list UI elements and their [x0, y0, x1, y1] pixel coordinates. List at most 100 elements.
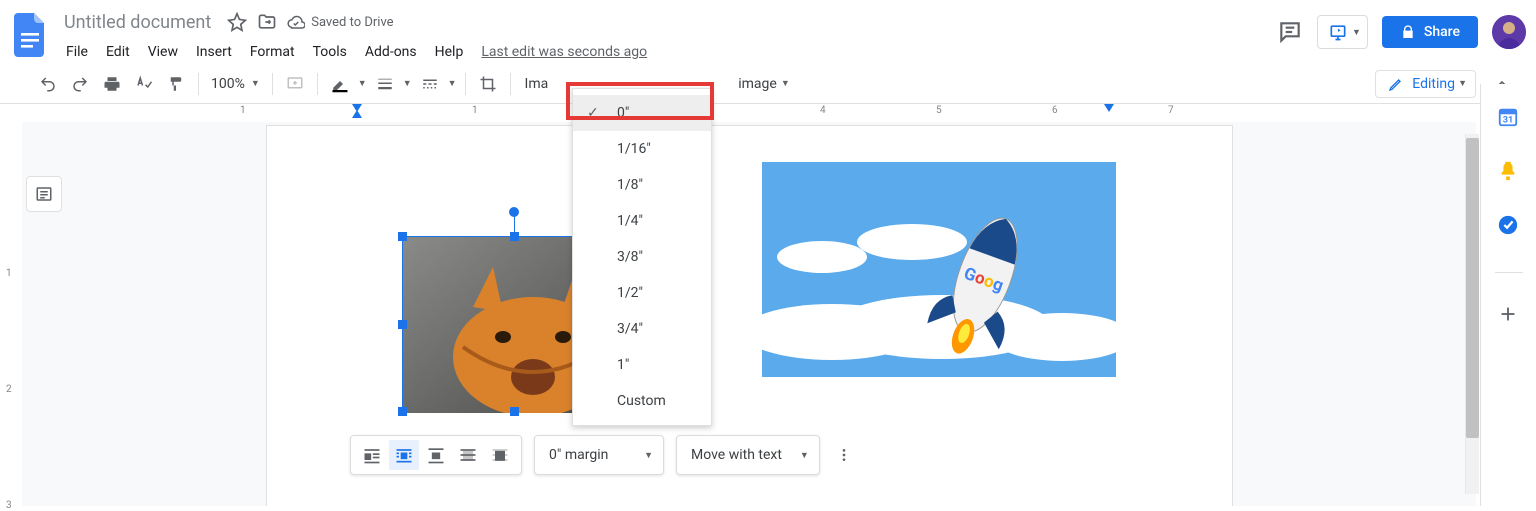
margin-option-3-4[interactable]: 3/4"	[573, 311, 711, 347]
chevron-down-icon: ▼	[1458, 78, 1467, 89]
resize-handle-bl[interactable]	[398, 407, 407, 416]
chevron-down-icon[interactable]: ▼	[403, 78, 412, 89]
keep-icon[interactable]	[1497, 160, 1521, 184]
ruler-tick: 6	[1052, 105, 1058, 116]
ruler-tick: 5	[936, 105, 942, 116]
menu-tools[interactable]: Tools	[305, 40, 355, 64]
menu-file[interactable]: File	[58, 40, 96, 64]
outline-toggle-button[interactable]	[26, 176, 62, 212]
scroll-thumb[interactable]	[1466, 138, 1479, 438]
pencil-icon	[1388, 76, 1404, 92]
image-options-bar: 0" margin ▼ Move with text ▼	[350, 435, 856, 475]
editing-mode-button[interactable]: Editing ▼	[1375, 70, 1476, 98]
wrap-front-button[interactable]	[485, 440, 515, 470]
rotate-handle[interactable]	[509, 207, 519, 217]
margin-option-1[interactable]: 1"	[573, 347, 711, 383]
ruler-tick: 7	[1168, 105, 1174, 116]
present-icon	[1328, 22, 1348, 42]
wrap-inline-button[interactable]	[357, 440, 387, 470]
menu-insert[interactable]: Insert	[188, 40, 240, 64]
menu-addons[interactable]: Add-ons	[357, 40, 425, 64]
star-icon[interactable]	[227, 12, 247, 32]
saved-text: Saved to Drive	[311, 15, 393, 30]
titlebar: Untitled document Saved to Drive File Ed…	[0, 0, 1536, 64]
editing-label: Editing	[1412, 76, 1455, 92]
cloud-icon	[287, 13, 305, 31]
margin-dropdown: ✓0" 1/16" 1/8" 1/4" 3/8" 1/2" 3/4" 1" Cu…	[572, 88, 712, 426]
margin-option-custom[interactable]: Custom	[573, 383, 711, 419]
share-button[interactable]: Share	[1382, 16, 1478, 48]
resize-handle-bm[interactable]	[510, 407, 519, 416]
margin-option-1-8[interactable]: 1/8"	[573, 167, 711, 203]
horizontal-ruler[interactable]: 1 1 2 3 4 5 6 7	[22, 104, 1536, 120]
border-color-button[interactable]	[326, 70, 354, 98]
move-label: Move with text	[691, 447, 782, 463]
titlebar-right: ▼ Share	[1277, 8, 1526, 56]
paint-format-button[interactable]	[162, 70, 190, 98]
chevron-down-icon[interactable]: ▼	[358, 78, 367, 89]
image-more-button[interactable]	[832, 435, 856, 475]
border-weight-button[interactable]	[371, 70, 399, 98]
google-docs-logo[interactable]	[10, 8, 50, 62]
spellcheck-button[interactable]	[130, 70, 158, 98]
wrap-group	[350, 435, 522, 475]
print-button[interactable]	[98, 70, 126, 98]
vertical-scrollbar[interactable]	[1465, 134, 1479, 494]
wrap-text-button[interactable]	[389, 440, 419, 470]
ruler-tick: 1	[240, 105, 246, 116]
menu-format[interactable]: Format	[242, 40, 303, 64]
zoom-value: 100%	[211, 76, 245, 92]
menu-edit[interactable]: Edit	[98, 40, 138, 64]
resize-handle-tl[interactable]	[398, 232, 407, 241]
ruler-tick: 4	[820, 105, 826, 116]
tasks-icon[interactable]	[1497, 214, 1521, 238]
rotate-line	[514, 215, 515, 233]
chevron-down-icon: ▼	[644, 450, 653, 461]
move-folder-icon[interactable]	[257, 12, 277, 32]
v-ruler-tick: 1	[6, 268, 12, 279]
image-margin-select[interactable]: 0" margin ▼	[534, 435, 664, 475]
undo-button[interactable]	[34, 70, 62, 98]
document-title[interactable]: Untitled document	[58, 10, 217, 35]
margin-option-1-2[interactable]: 1/2"	[573, 275, 711, 311]
ruler-tick: 1	[472, 105, 478, 116]
chevron-down-icon: ▼	[781, 78, 790, 89]
zoom-select[interactable]: 100% ▼	[207, 76, 264, 92]
toolbar: 100% ▼ ▼ ▼ ▼ Ima image ▼ Editing ▼	[0, 64, 1536, 104]
calendar-icon[interactable]: 31	[1497, 106, 1521, 130]
chevron-down-icon[interactable]: ▼	[448, 78, 457, 89]
margin-option-0[interactable]: ✓0"	[573, 95, 711, 131]
margin-option-1-16[interactable]: 1/16"	[573, 131, 711, 167]
menu-help[interactable]: Help	[427, 40, 472, 64]
comments-icon[interactable]	[1277, 19, 1303, 45]
wrap-behind-button[interactable]	[453, 440, 483, 470]
last-edit-link[interactable]: Last edit was seconds ago	[473, 40, 655, 64]
lock-icon	[1400, 24, 1416, 40]
crop-button[interactable]	[474, 70, 502, 98]
resize-handle-tm[interactable]	[510, 232, 519, 241]
image-options-button[interactable]: Ima	[519, 76, 555, 92]
image-move-select[interactable]: Move with text ▼	[676, 435, 820, 475]
wrap-break-button[interactable]	[421, 440, 451, 470]
vertical-ruler[interactable]: 1 2 3	[0, 122, 22, 506]
chevron-down-icon: ▼	[251, 78, 260, 89]
add-addon-icon[interactable]	[1497, 303, 1521, 327]
title-column: Untitled document Saved to Drive File Ed…	[58, 8, 655, 64]
rocket-image[interactable]: Goog	[762, 162, 1116, 377]
resize-handle-ml[interactable]	[398, 320, 407, 329]
user-avatar[interactable]	[1492, 15, 1526, 49]
margin-option-3-8[interactable]: 3/8"	[573, 239, 711, 275]
indent-marker-right[interactable]	[1104, 104, 1114, 112]
svg-text:31: 31	[1502, 116, 1513, 126]
menu-view[interactable]: View	[140, 40, 186, 64]
border-dash-button[interactable]	[416, 70, 444, 98]
v-ruler-tick: 2	[6, 384, 12, 395]
redo-button[interactable]	[66, 70, 94, 98]
indent-marker-left[interactable]	[352, 104, 362, 112]
saved-status[interactable]: Saved to Drive	[287, 13, 393, 31]
present-button[interactable]: ▼	[1317, 15, 1368, 49]
add-comment-button[interactable]	[281, 70, 309, 98]
side-separator	[1495, 272, 1523, 273]
replace-image-button[interactable]: image ▼	[732, 76, 796, 92]
margin-option-1-4[interactable]: 1/4"	[573, 203, 711, 239]
